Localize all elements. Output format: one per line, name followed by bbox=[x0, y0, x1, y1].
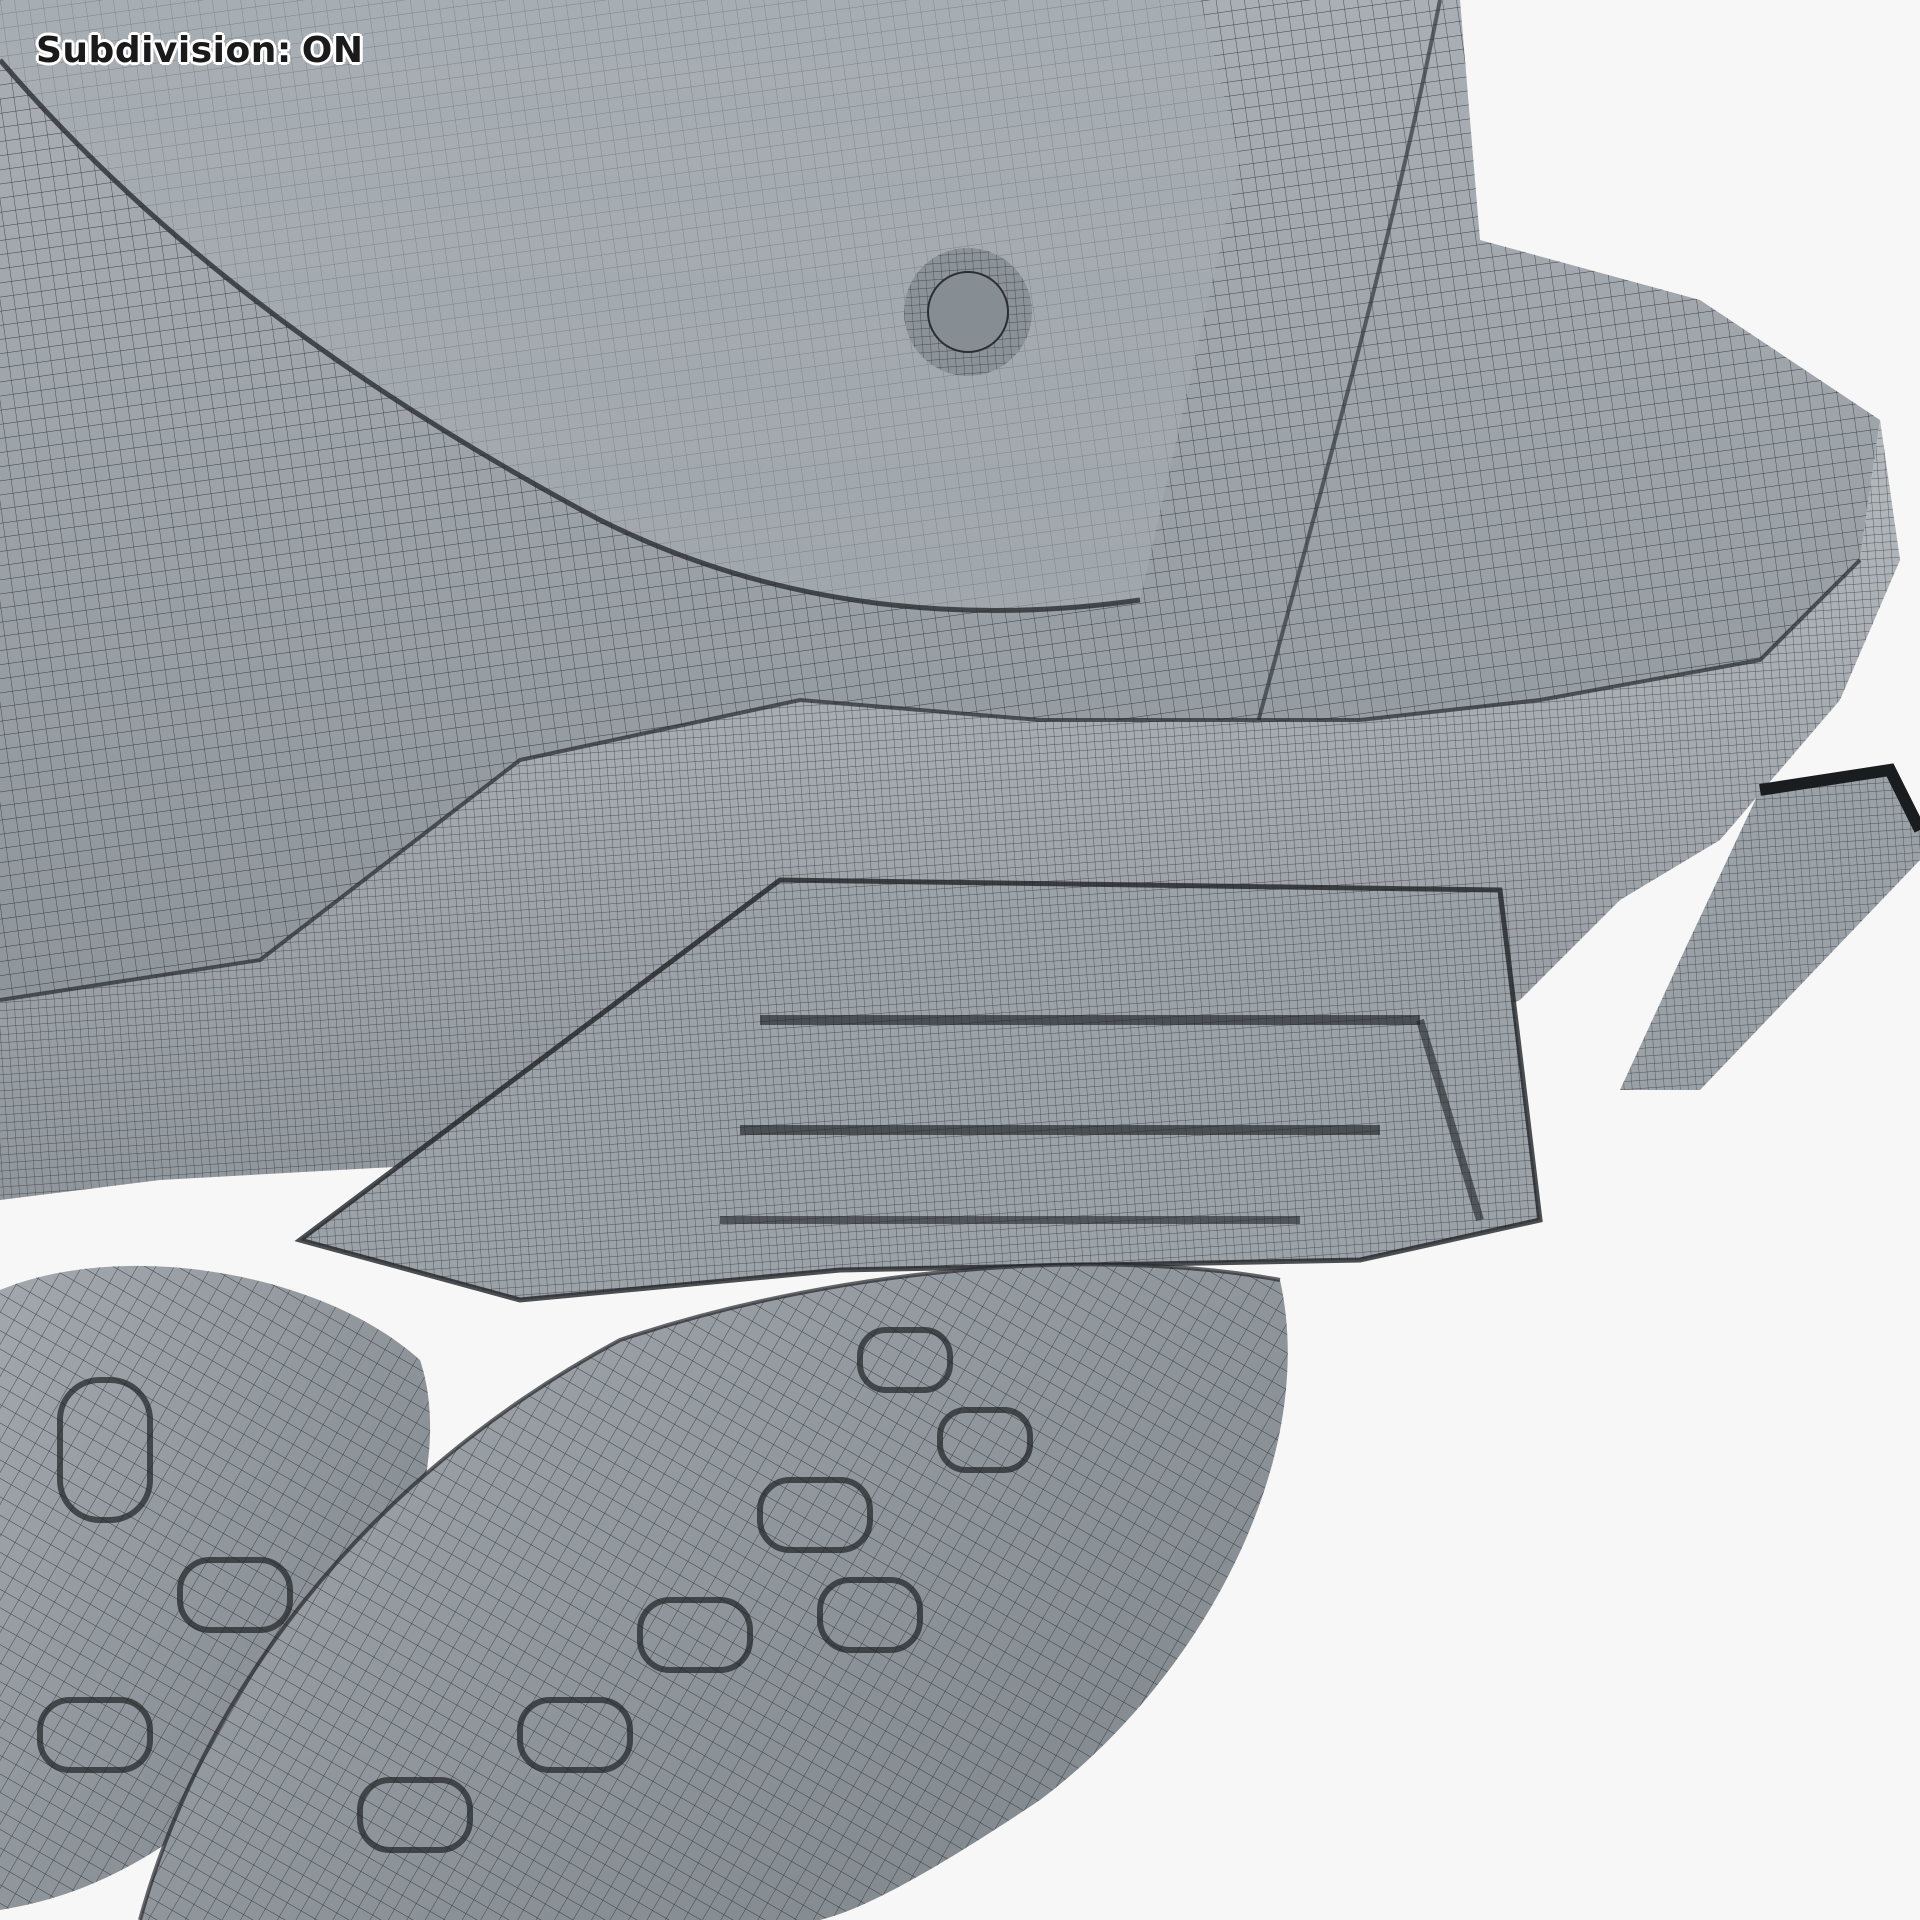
subdivision-value: ON bbox=[301, 30, 364, 71]
subdivision-status-label: Subdivision: ON bbox=[36, 30, 364, 71]
subdivision-label: Subdivision: bbox=[36, 30, 292, 71]
3d-viewport[interactable]: Subdivision: ON bbox=[0, 0, 1920, 1920]
bolt-hole bbox=[904, 248, 1032, 376]
wireframe-render bbox=[0, 0, 1920, 1920]
